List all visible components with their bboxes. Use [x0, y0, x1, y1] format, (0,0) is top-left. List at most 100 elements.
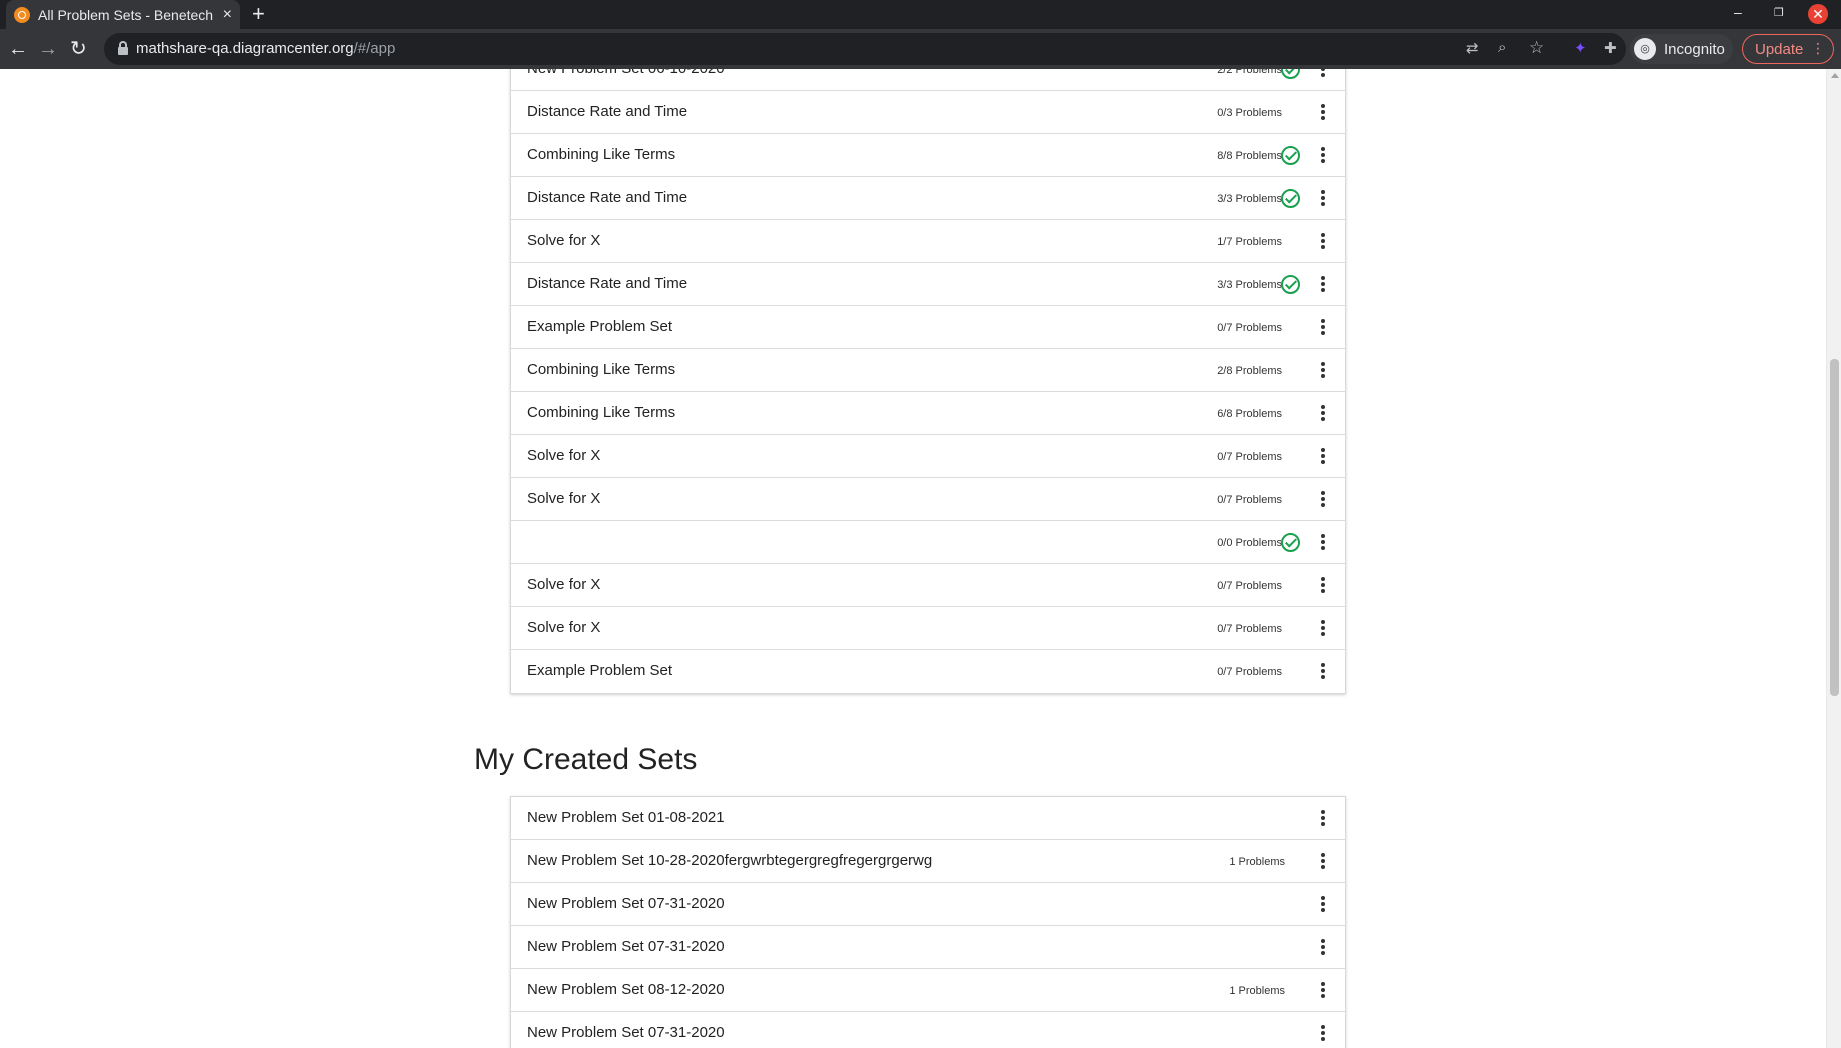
translate-icon[interactable]: ⇄: [1466, 39, 1479, 57]
problem-set-row[interactable]: New Problem Set 07-31-2020: [511, 883, 1345, 926]
more-options-icon[interactable]: [1317, 894, 1329, 914]
browser-tab[interactable]: All Problem Sets - Benetech ×: [6, 0, 240, 29]
window-minimize-icon[interactable]: –: [1734, 4, 1742, 20]
more-options-icon[interactable]: [1317, 980, 1329, 1000]
more-options-icon[interactable]: [1317, 317, 1329, 337]
problem-set-row[interactable]: Example Problem Set 0/7 Problems: [511, 306, 1345, 349]
more-options-icon[interactable]: [1317, 618, 1329, 638]
problem-set-row[interactable]: 0/0 Problems: [511, 521, 1345, 564]
zoom-icon[interactable]: ⌕: [1498, 39, 1506, 56]
more-options-icon[interactable]: [1317, 274, 1329, 294]
problem-set-title[interactable]: Solve for X: [527, 619, 600, 636]
problem-set-title[interactable]: Solve for X: [527, 232, 600, 249]
problem-set-title[interactable]: Example Problem Set: [527, 318, 672, 335]
problem-set-row[interactable]: New Problem Set 07-31-2020: [511, 926, 1345, 969]
problem-set-title[interactable]: Distance Rate and Time: [527, 189, 687, 206]
extensions-puzzle-icon[interactable]: ✚: [1604, 39, 1617, 57]
completed-check-icon: [1281, 69, 1300, 79]
more-options-icon[interactable]: [1317, 851, 1329, 871]
problem-set-row[interactable]: Solve for X 0/7 Problems: [511, 478, 1345, 521]
problem-set-row[interactable]: Solve for X 0/7 Problems: [511, 564, 1345, 607]
problem-set-row[interactable]: Solve for X 0/7 Problems: [511, 435, 1345, 478]
problem-set-title[interactable]: New Problem Set 07-31-2020: [527, 1024, 725, 1041]
reload-icon[interactable]: ↻: [70, 37, 87, 61]
update-button[interactable]: Update ⋮: [1742, 34, 1834, 64]
problem-set-title[interactable]: New Problem Set 01-08-2021: [527, 809, 725, 826]
problem-set-title[interactable]: New Problem Set 07-31-2020: [527, 938, 725, 955]
lock-icon[interactable]: [118, 41, 128, 55]
browser-tab-bar: All Problem Sets - Benetech × + – ❐ ✕: [0, 0, 1841, 29]
more-options-icon[interactable]: [1317, 575, 1329, 595]
page-scrollbar[interactable]: [1826, 69, 1841, 1048]
problem-set-title[interactable]: Distance Rate and Time: [527, 275, 687, 292]
my-created-sets-heading: My Created Sets: [474, 743, 698, 776]
more-options-icon[interactable]: [1317, 102, 1329, 122]
problem-set-row[interactable]: Combining Like Terms 8/8 Problems: [511, 134, 1345, 177]
new-tab-icon[interactable]: +: [252, 2, 265, 26]
problem-set-row[interactable]: New Problem Set 07-31-2020: [511, 1012, 1345, 1048]
problem-set-title[interactable]: Combining Like Terms: [527, 361, 675, 378]
address-bar[interactable]: mathshare-qa.diagramcenter.org/#/app ⇄ ⌕…: [104, 33, 1626, 65]
problem-count: 1 Problems: [1229, 985, 1285, 997]
forward-arrow-icon[interactable]: →: [38, 37, 58, 61]
tab-close-icon[interactable]: ×: [223, 6, 232, 24]
problem-set-title[interactable]: Solve for X: [527, 447, 600, 464]
problem-count: 1/7 Problems: [1217, 236, 1282, 248]
more-options-icon[interactable]: [1317, 532, 1329, 552]
completed-check-icon: [1281, 533, 1300, 552]
completed-check-icon: [1281, 146, 1300, 165]
url-text[interactable]: mathshare-qa.diagramcenter.org/#/app: [136, 40, 395, 57]
back-arrow-icon[interactable]: ←: [8, 37, 28, 61]
incognito-label: Incognito: [1664, 40, 1725, 58]
scrollbar-thumb[interactable]: [1830, 359, 1839, 696]
problem-set-row[interactable]: New Problem Set 10-28-2020fergwrbtegergr…: [511, 840, 1345, 883]
problem-set-title[interactable]: New Problem Set 07-31-2020: [527, 895, 725, 912]
problem-set-title[interactable]: Distance Rate and Time: [527, 103, 687, 120]
problem-set-row[interactable]: New Problem Set 06-10-2020 2/2 Problems: [511, 69, 1345, 91]
more-options-icon[interactable]: [1317, 145, 1329, 165]
more-options-icon[interactable]: [1317, 808, 1329, 828]
problem-set-row[interactable]: Combining Like Terms 2/8 Problems: [511, 349, 1345, 392]
problem-set-row[interactable]: Example Problem Set 0/7 Problems: [511, 650, 1345, 693]
browser-menu-icon[interactable]: ⋮: [1811, 40, 1825, 57]
problem-count: 0/0 Problems: [1217, 537, 1282, 549]
more-options-icon[interactable]: [1317, 489, 1329, 509]
more-options-icon[interactable]: [1317, 937, 1329, 957]
problem-set-title[interactable]: Example Problem Set: [527, 662, 672, 679]
more-options-icon[interactable]: [1317, 231, 1329, 251]
extension-icon[interactable]: ✦: [1574, 39, 1587, 57]
bookmark-star-icon[interactable]: ☆: [1529, 38, 1544, 58]
problem-count: 0/7 Problems: [1217, 623, 1282, 635]
problem-set-title[interactable]: New Problem Set 08-12-2020: [527, 981, 725, 998]
more-options-icon[interactable]: [1317, 1023, 1329, 1043]
problem-count: 2/8 Problems: [1217, 365, 1282, 377]
site-favicon-icon: [14, 6, 30, 23]
scroll-up-arrow-icon[interactable]: [1831, 73, 1839, 78]
more-options-icon[interactable]: [1317, 188, 1329, 208]
tab-title: All Problem Sets - Benetech: [38, 6, 214, 23]
problem-set-title[interactable]: Solve for X: [527, 490, 600, 507]
problem-set-row[interactable]: Combining Like Terms 6/8 Problems: [511, 392, 1345, 435]
more-options-icon[interactable]: [1317, 403, 1329, 423]
problem-set-row[interactable]: Distance Rate and Time 0/3 Problems: [511, 91, 1345, 134]
more-options-icon[interactable]: [1317, 446, 1329, 466]
problem-set-row[interactable]: Solve for X 0/7 Problems: [511, 607, 1345, 650]
more-options-icon[interactable]: [1317, 360, 1329, 380]
window-close-icon[interactable]: ✕: [1808, 4, 1828, 24]
problem-set-row[interactable]: New Problem Set 01-08-2021: [511, 797, 1345, 840]
problem-set-row[interactable]: Distance Rate and Time 3/3 Problems: [511, 263, 1345, 306]
problem-set-title[interactable]: Solve for X: [527, 576, 600, 593]
more-options-icon[interactable]: [1317, 661, 1329, 681]
problem-set-title[interactable]: New Problem Set 06-10-2020: [527, 69, 725, 77]
incognito-badge[interactable]: ◎ Incognito: [1630, 34, 1733, 64]
url-path: /#/app: [353, 40, 396, 57]
problem-set-row[interactable]: Solve for X 1/7 Problems: [511, 220, 1345, 263]
more-options-icon[interactable]: [1317, 69, 1329, 79]
problem-set-title[interactable]: New Problem Set 10-28-2020fergwrbtegergr…: [527, 852, 932, 869]
problem-set-title[interactable]: Combining Like Terms: [527, 146, 675, 163]
problem-count: 3/3 Problems: [1217, 193, 1282, 205]
window-restore-icon[interactable]: ❐: [1774, 6, 1784, 19]
problem-set-row[interactable]: New Problem Set 08-12-2020 1 Problems: [511, 969, 1345, 1012]
problem-set-title[interactable]: Combining Like Terms: [527, 404, 675, 421]
problem-set-row[interactable]: Distance Rate and Time 3/3 Problems: [511, 177, 1345, 220]
